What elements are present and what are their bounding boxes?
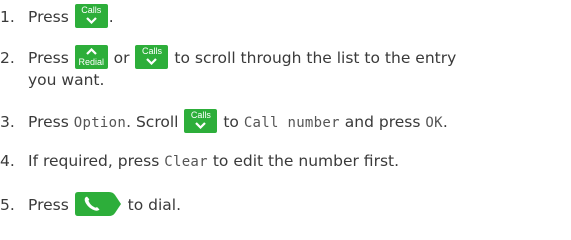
chevron-up-icon bbox=[85, 48, 97, 55]
calls-key-label: Calls bbox=[81, 5, 102, 15]
phone-handset-icon bbox=[74, 192, 121, 216]
step-number: 5. bbox=[0, 196, 15, 214]
chevron-down-icon bbox=[195, 122, 207, 129]
step-text-continued: you want. bbox=[28, 71, 105, 89]
step-1: 1. Press Calls . bbox=[0, 4, 114, 28]
display-text-call-number: Call number bbox=[243, 115, 340, 131]
chevron-down-icon bbox=[85, 17, 97, 24]
step-3: 3. Press Option. Scroll Calls to Call num… bbox=[0, 109, 448, 134]
step-text-rest: to edit the number first. bbox=[212, 152, 400, 170]
step-text-end: to dial. bbox=[127, 196, 182, 214]
step-text: Press bbox=[28, 113, 69, 131]
step-number: 2. bbox=[0, 49, 15, 67]
step-text-rest: to scroll through the list to the entry bbox=[174, 49, 457, 67]
calls-key: Calls bbox=[74, 4, 108, 28]
step-2: 2. Press Redial or Calls to scroll throug… bbox=[0, 45, 456, 91]
step-4: 4. If required, press Clear to edit the n… bbox=[0, 150, 399, 173]
step-number: 4. bbox=[0, 152, 15, 170]
redial-key-label: Redial bbox=[78, 57, 104, 67]
step-text-or: or bbox=[113, 49, 130, 67]
display-text-option: Option bbox=[73, 115, 127, 131]
step-text-scroll: . Scroll bbox=[126, 113, 179, 131]
step-5: 5. Press to dial. bbox=[0, 192, 181, 216]
talk-key bbox=[74, 192, 122, 216]
step-text-end: . bbox=[442, 113, 448, 131]
step-number: 1. bbox=[0, 8, 15, 26]
step-text: Press bbox=[28, 8, 69, 26]
step-number: 3. bbox=[0, 113, 15, 131]
calls-key: Calls bbox=[135, 45, 169, 69]
calls-key-label: Calls bbox=[190, 110, 211, 120]
display-text-clear: Clear bbox=[164, 154, 208, 170]
step-text-end: . bbox=[108, 8, 114, 26]
calls-key: Calls bbox=[184, 109, 218, 133]
step-text: Press bbox=[28, 49, 69, 67]
calls-key-label: Calls bbox=[141, 46, 162, 56]
display-text-ok: OK bbox=[425, 115, 443, 131]
step-text-and-press: and press bbox=[344, 113, 421, 131]
redial-key: Redial bbox=[74, 45, 108, 69]
step-text: Press bbox=[28, 196, 69, 214]
step-text: If required, press bbox=[28, 152, 160, 170]
chevron-down-icon bbox=[146, 58, 158, 65]
step-text-to: to bbox=[223, 113, 239, 131]
